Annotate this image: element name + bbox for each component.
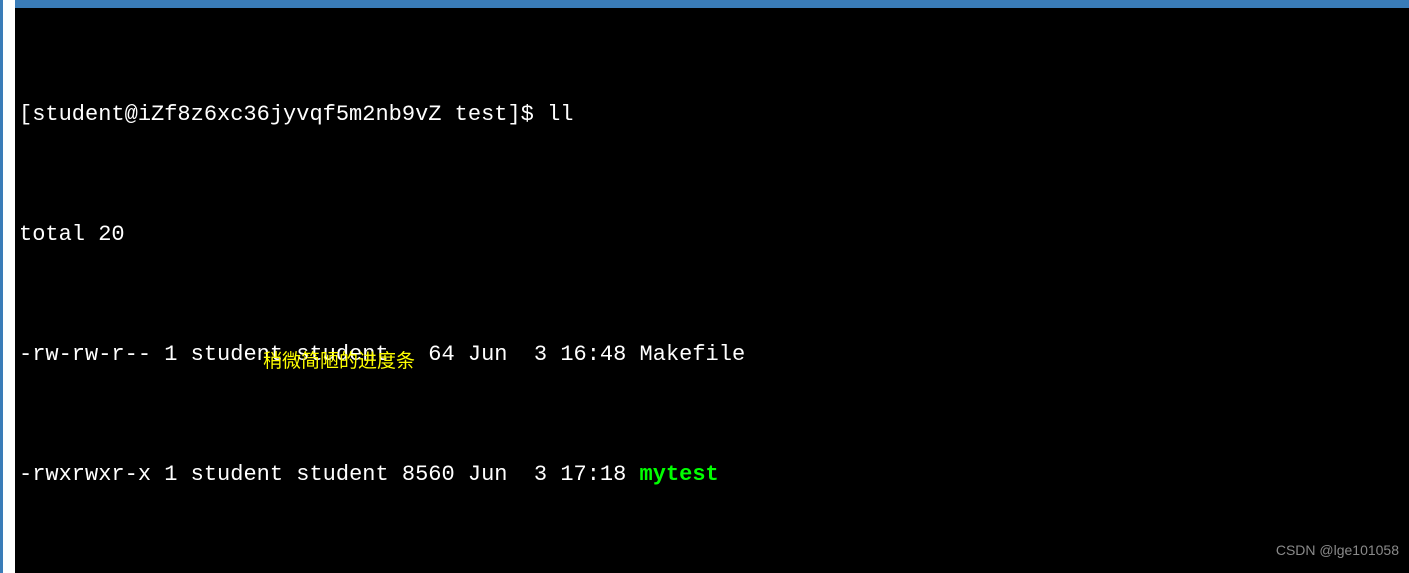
window-top-border [15,0,1409,8]
prompt: [student@iZf8z6xc36jyvqf5m2nb9vZ test]$ [19,102,547,127]
links: 1 [164,462,177,487]
links: 1 [164,342,177,367]
left-border [0,0,3,573]
month: Jun [468,462,508,487]
time: 16:48 [560,342,626,367]
perms: -rwxrwxr-x [19,462,151,487]
time: 17:18 [560,462,626,487]
terminal-line: [student@iZf8z6xc36jyvqf5m2nb9vZ test]$ … [19,100,1405,130]
filename-executable: mytest [640,462,719,487]
terminal-line: total 20 [19,220,1405,250]
day: 3 [521,342,547,367]
month: Jun [468,342,508,367]
ll-row: -rw-rw-r-- 1 student student 64 Jun 3 16… [19,340,1405,370]
day: 3 [521,462,547,487]
terminal-area[interactable]: [student@iZf8z6xc36jyvqf5m2nb9vZ test]$ … [15,8,1409,573]
size: 8560 [402,462,455,487]
watermark: CSDN @lge101058 [1276,535,1399,565]
perms: -rw-rw-r-- [19,342,151,367]
command-ll: ll [547,102,573,127]
ll-total: total 20 [19,222,125,247]
ll-row: -rwxrwxr-x 1 student student 8560 Jun 3 … [19,460,1405,490]
filename: Makefile [640,342,746,367]
annotation-text: 稍微简陋的进度条 [263,347,415,377]
group: student [296,462,388,487]
owner: student [191,462,283,487]
